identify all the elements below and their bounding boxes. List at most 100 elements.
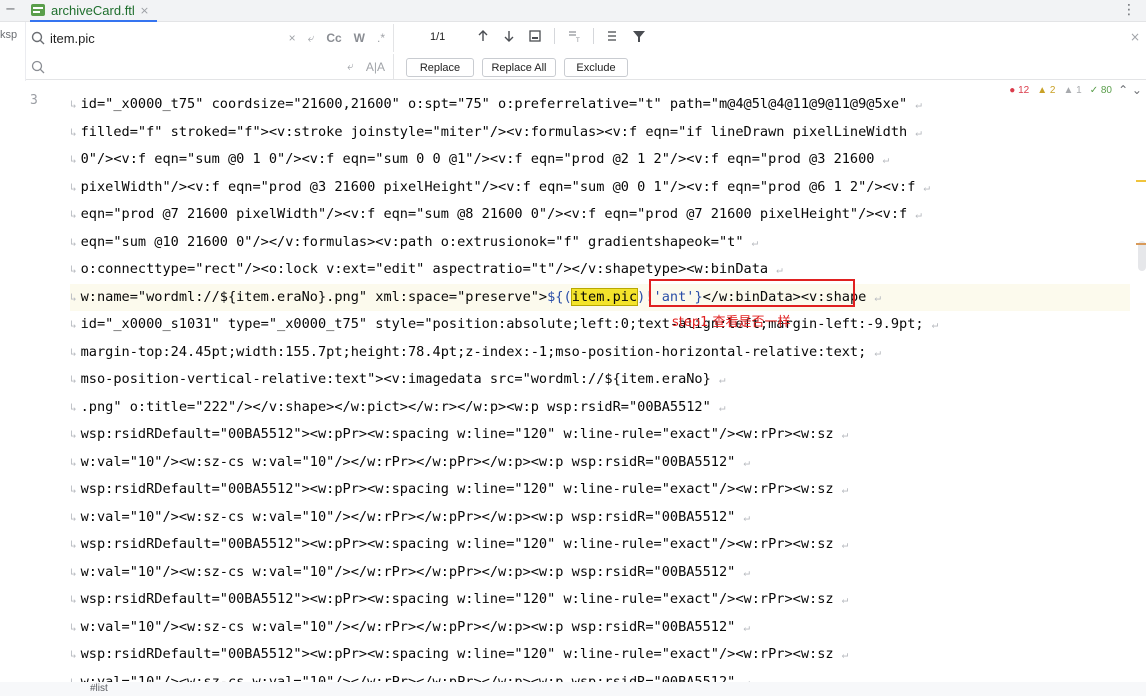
match-case-toggle[interactable]: Cc [326, 31, 341, 45]
code-line[interactable]: ↳ id="_x0000_s1031" type="_x0000_t75" sty… [70, 311, 1130, 338]
code-text: w:val="10"/><w:sz-cs w:val="10"/></w:rPr… [80, 563, 736, 580]
line-gutter: 3 [0, 81, 68, 682]
previous-occurrence-icon[interactable] [476, 29, 490, 43]
code-text: eqn="sum @10 21600 0"/></v:formulas><v:p… [80, 233, 744, 250]
replace-field[interactable]: ⤶ A|A [26, 54, 394, 79]
weak-warning-count: ▲ 1 [1063, 85, 1082, 96]
new-line-icon[interactable]: ⤶ [308, 31, 315, 46]
code-line[interactable]: ↳ o:connecttype="rect"/><o:lock v:ext="ed… [70, 256, 1130, 283]
whole-words-toggle[interactable]: W [354, 31, 365, 45]
code-line[interactable]: ↳ mso-position-vertical-relative:text"><v… [70, 366, 1130, 393]
next-occurrence-icon[interactable] [502, 29, 516, 43]
code-line[interactable]: ↳ margin-top:24.45pt;width:155.7pt;height… [70, 339, 1130, 366]
search-icon[interactable] [30, 30, 46, 46]
code-editor[interactable]: 3 ↳ id="_x0000_t75" coordsize="21600,2160… [0, 81, 1146, 682]
editor-scrollbar[interactable] [1136, 81, 1146, 682]
search-match-highlight: item.pic [570, 287, 639, 306]
soft-wrap-end-icon: ↵ [915, 98, 922, 111]
code-text: wsp:rsidRDefault="00BA5512"><w:pPr><w:sp… [80, 646, 834, 662]
soft-wrap-end-icon: ↵ [743, 455, 750, 469]
clear-search-icon[interactable]: × [289, 31, 296, 45]
code-line[interactable]: ↳ w:val="10"/><w:sz-cs w:val="10"/></w:rP… [70, 559, 1130, 586]
preserve-case-toggle[interactable]: A|A [366, 60, 385, 74]
code-text: o:connecttype="rect"/><o:lock v:ext="edi… [80, 261, 769, 277]
scroll-warning-mark[interactable] [1136, 180, 1146, 182]
code-line[interactable]: ↳ .png" o:title="222"/></v:shape></w:pict… [70, 394, 1130, 421]
tab-title: archiveCard.ftl [51, 2, 135, 18]
soft-wrap-start-icon: ↳ [70, 180, 77, 194]
replace-all-button[interactable]: Replace All [482, 58, 556, 77]
soft-wrap-start-icon: ↳ [70, 235, 77, 249]
multiline-icon[interactable] [606, 29, 620, 43]
soft-wrap-end-icon: ↵ [743, 565, 750, 579]
soft-wrap-start-icon: ↳ [70, 263, 77, 276]
code-line[interactable]: ↳ wsp:rsidRDefault="00BA5512"><w:pPr><w:s… [70, 476, 1130, 503]
warning-icon: ▲ [1037, 85, 1048, 96]
filter-context-icon[interactable]: T [567, 29, 581, 43]
soft-wrap-end-icon: ↵ [874, 290, 881, 304]
code-line[interactable]: ↳ 0"/><v:f eqn="sum @0 1 0"/><v:f eqn="su… [70, 146, 1130, 173]
annotation-highlight-box [649, 279, 855, 307]
regex-toggle[interactable]: .* [377, 31, 385, 45]
soft-wrap-start-icon: ↳ [70, 400, 77, 414]
soft-wrap-end-icon: ↵ [743, 510, 750, 524]
close-find-icon[interactable]: × [1130, 30, 1140, 44]
code-line[interactable]: ↳ filled="f" stroked="f"><v:stroke joinst… [70, 119, 1130, 146]
code-text: pixelWidth"/><v:f eqn="prod @3 21600 pix… [80, 178, 916, 195]
code-text: margin-top:24.45pt;width:155.7pt;height:… [80, 343, 867, 360]
soft-wrap-end-icon: ↵ [874, 345, 881, 359]
replace-new-line-icon[interactable]: ⤶ [347, 59, 354, 74]
close-tab-icon[interactable]: × [140, 4, 149, 17]
soft-wrap-start-icon: ↳ [70, 648, 77, 661]
code-line[interactable]: ↳ wsp:rsidRDefault="00BA5512"><w:pPr><w:s… [70, 421, 1130, 448]
soft-wrap-start-icon: ↳ [70, 428, 77, 441]
inspection-widget[interactable]: ● 12 ▲ 2 ▲ 1 ✓ 80 [1005, 85, 1116, 96]
minimize-icon[interactable]: − [5, 2, 16, 17]
error-icon: ● [1009, 85, 1016, 96]
soft-wrap-start-icon: ↳ [70, 125, 77, 139]
code-line[interactable]: ↳ eqn="prod @7 21600 pixelWidth"/><v:f eq… [70, 201, 1130, 228]
more-options-icon[interactable]: ⋮ [1122, 2, 1136, 18]
ftl-interpolation-open: ${( [547, 288, 572, 305]
code-line[interactable]: ↳ w:val="10"/><w:sz-cs w:val="10"/></w:rP… [70, 449, 1130, 476]
code-line[interactable]: ↳ wsp:rsidRDefault="00BA5512"><w:pPr><w:s… [70, 641, 1130, 668]
replace-button[interactable]: Replace [406, 58, 474, 77]
select-all-occurrences-icon[interactable] [528, 29, 542, 43]
code-text: w:val="10"/><w:sz-cs w:val="10"/></w:rPr… [80, 508, 736, 525]
soft-wrap-end-icon: ↵ [751, 235, 759, 249]
filter-icon[interactable] [632, 29, 646, 43]
replace-bar: ⤶ A|A Replace Replace All Exclude [26, 54, 1146, 80]
soft-wrap-start-icon: ↳ [70, 345, 77, 359]
soft-wrap-end-icon: ↵ [841, 538, 849, 551]
scroll-match-mark[interactable] [1136, 243, 1146, 245]
tab-archivecard-ftl[interactable]: archiveCard.ftl × [30, 0, 158, 22]
breadcrumb-bar: #list [0, 682, 1146, 696]
code-text: mso-position-vertical-relative:text"><v:… [80, 371, 711, 387]
soft-wrap-end-icon: ↵ [915, 125, 922, 139]
breadcrumb[interactable]: #list [90, 683, 108, 694]
code-text: 0"/><v:f eqn="sum @0 1 0"/><v:f eqn="sum… [80, 151, 875, 167]
weak-warning-icon: ▲ [1063, 85, 1074, 96]
code-text: eqn="prod @7 21600 pixelWidth"/><v:f eqn… [80, 206, 908, 222]
scroll-thumb[interactable] [1138, 241, 1146, 271]
code-line[interactable]: ↳ pixelWidth"/><v:f eqn="prod @3 21600 pi… [70, 174, 1130, 201]
code-line[interactable]: ↳ w:val="10"/><w:sz-cs w:val="10"/></w:rP… [70, 669, 1130, 683]
find-bar: item.pic × ⤶ Cc W .* 1/1 T × [26, 24, 1146, 52]
code-text: wsp:rsidRDefault="00BA5512"><w:pPr><w:sp… [80, 481, 834, 497]
soft-wrap-start-icon: ↳ [70, 593, 77, 606]
search-input[interactable]: item.pic [50, 31, 95, 46]
replace-search-icon[interactable] [30, 59, 46, 75]
code-line[interactable]: ↳ eqn="sum @10 21600 0"/></v:formulas><v:… [70, 229, 1130, 256]
code-text: id="_x0000_t75" coordsize="21600,21600" … [80, 96, 908, 112]
code-line[interactable]: ↳ w:val="10"/><w:sz-cs w:val="10"/></w:rP… [70, 504, 1130, 531]
code-line[interactable]: ↳ wsp:rsidRDefault="00BA5512"><w:pPr><w:s… [70, 586, 1130, 613]
code-text: w:val="10"/><w:sz-cs w:val="10"/></w:rPr… [80, 673, 736, 683]
current-code-line[interactable]: ↳ w:name="wordml://${item.eraNo}.png" xml… [70, 283, 1130, 311]
search-field[interactable]: item.pic × ⤶ Cc W .* [26, 24, 394, 52]
code-line[interactable]: ↳ id="_x0000_t75" coordsize="21600,21600"… [70, 91, 1130, 118]
soft-wrap-start-icon: ↳ [70, 208, 77, 221]
code-text: w:name="wordml://${item.eraNo}.png" xml:… [80, 288, 548, 305]
code-line[interactable]: ↳ w:val="10"/><w:sz-cs w:val="10"/></w:rP… [70, 614, 1130, 641]
exclude-button[interactable]: Exclude [564, 58, 628, 77]
code-line[interactable]: ↳ wsp:rsidRDefault="00BA5512"><w:pPr><w:s… [70, 531, 1130, 558]
